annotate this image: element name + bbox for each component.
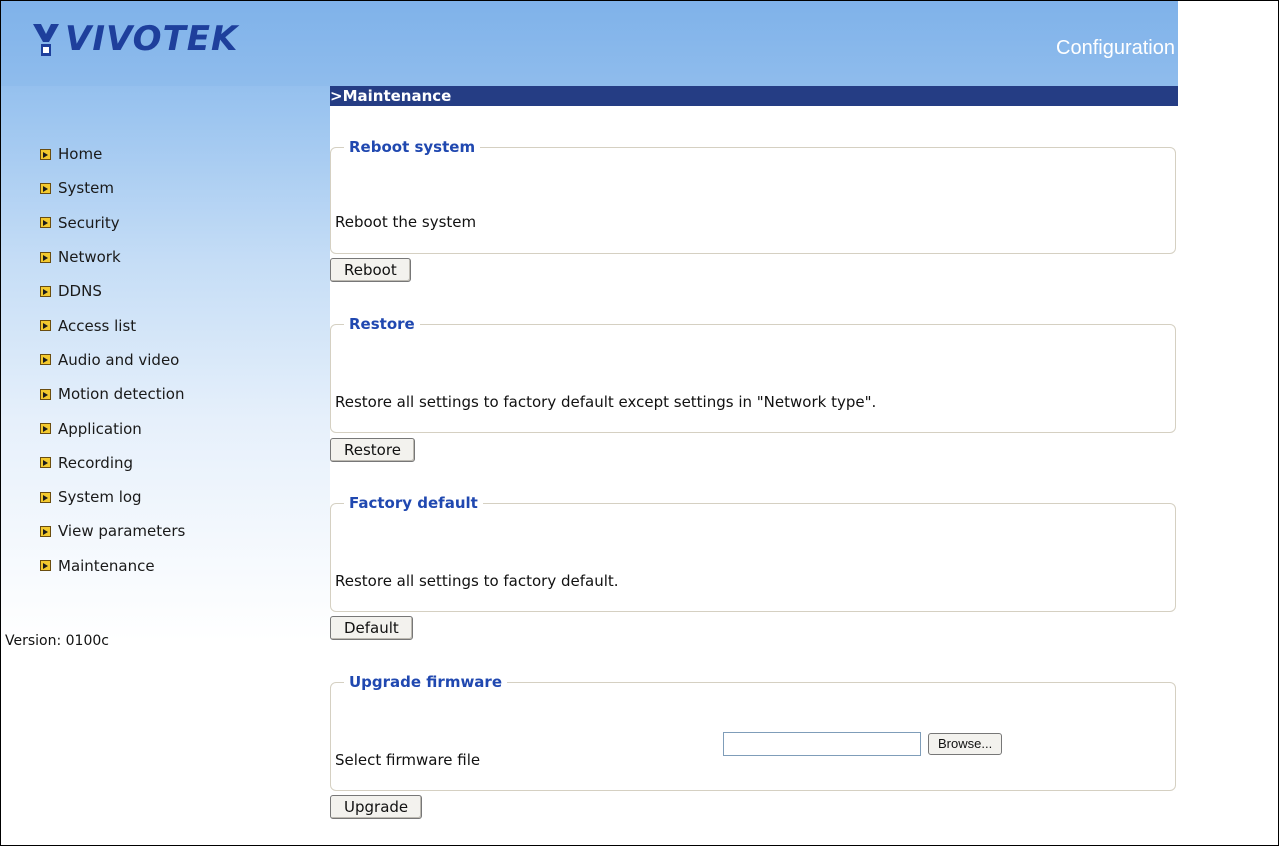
select-firmware-label: Select firmware file — [335, 751, 481, 769]
sidebar-item-label: Network — [58, 248, 121, 267]
right-margin — [1178, 1, 1278, 845]
firmware-version: Version: 0100c — [5, 633, 109, 649]
sidebar-item-access-list[interactable]: Access list — [40, 308, 185, 342]
restore-button[interactable]: Restore — [330, 438, 415, 462]
firmware-file-input[interactable] — [723, 732, 921, 756]
sidebar-item-label: Motion detection — [58, 385, 185, 404]
sidebar-item-label: DDNS — [58, 282, 102, 301]
sidebar-item-network[interactable]: Network — [40, 240, 185, 274]
sidebar-item-ddns[interactable]: DDNS — [40, 274, 185, 308]
arrow-right-icon — [40, 251, 51, 263]
reboot-system-group: Reboot system Reboot the system — [330, 138, 1176, 254]
page-frame: VIVOTEK Configuration >Maintenance Home … — [0, 0, 1279, 846]
sidebar-item-audio-and-video[interactable]: Audio and video — [40, 343, 185, 377]
sidebar-item-system-log[interactable]: System log — [40, 480, 185, 514]
sidebar-item-label: System — [58, 179, 114, 198]
arrow-right-icon — [40, 148, 51, 160]
sidebar-item-label: View parameters — [58, 522, 186, 541]
sidebar-item-home[interactable]: Home — [40, 137, 185, 171]
factory-default-legend: Factory default — [349, 494, 478, 512]
section-title-bar: >Maintenance — [330, 86, 1178, 106]
sidebar-item-label: Security — [58, 213, 120, 232]
arrow-right-icon — [40, 525, 51, 537]
sidebar-item-system[interactable]: System — [40, 171, 185, 205]
restore-legend: Restore — [349, 315, 415, 333]
arrow-right-icon — [40, 182, 51, 194]
arrow-right-icon — [40, 354, 51, 366]
sidebar-item-label: Application — [58, 419, 142, 438]
default-button[interactable]: Default — [330, 616, 413, 640]
sidebar-item-label: Home — [58, 145, 103, 164]
brand-name: VIVOTEK — [65, 19, 239, 59]
sidebar-item-view-parameters[interactable]: View parameters — [40, 514, 185, 548]
factory-default-group: Factory default Restore all settings to … — [330, 494, 1176, 612]
arrow-right-icon — [40, 388, 51, 400]
page-title: Configuration — [1056, 37, 1175, 59]
sidebar-item-label: Recording — [58, 453, 134, 472]
arrow-right-icon — [40, 423, 51, 435]
reboot-system-legend: Reboot system — [349, 138, 476, 156]
upgrade-firmware-legend: Upgrade firmware — [349, 673, 503, 691]
restore-group: Restore Restore all settings to factory … — [330, 315, 1176, 433]
sidebar-nav: Home System Security Network DDNS Access… — [40, 137, 185, 583]
sidebar-item-security[interactable]: Security — [40, 206, 185, 240]
sidebar-item-label: Maintenance — [58, 556, 155, 575]
arrow-right-icon — [40, 320, 51, 332]
arrow-right-icon — [40, 491, 51, 503]
vivotek-logo: VIVOTEK — [31, 19, 238, 59]
camera-logo-icon — [33, 24, 59, 56]
sidebar-item-application[interactable]: Application — [40, 411, 185, 445]
arrow-right-icon — [40, 285, 51, 297]
sidebar-item-label: Access list — [58, 316, 137, 335]
sidebar-item-label: Audio and video — [58, 350, 180, 369]
sidebar-item-recording[interactable]: Recording — [40, 446, 185, 480]
browse-button[interactable]: Browse... — [928, 733, 1003, 755]
reboot-button[interactable]: Reboot — [330, 258, 411, 282]
sidebar-item-motion-detection[interactable]: Motion detection — [40, 377, 185, 411]
sidebar-item-maintenance[interactable]: Maintenance — [40, 549, 185, 583]
arrow-right-icon — [40, 560, 51, 572]
arrow-right-icon — [40, 217, 51, 229]
upgrade-button[interactable]: Upgrade — [330, 795, 423, 819]
factory-default-description: Restore all settings to factory default. — [335, 572, 619, 590]
sidebar-item-label: System log — [58, 488, 142, 507]
arrow-right-icon — [40, 457, 51, 469]
restore-description: Restore all settings to factory default … — [335, 393, 877, 411]
reboot-description: Reboot the system — [335, 213, 477, 231]
